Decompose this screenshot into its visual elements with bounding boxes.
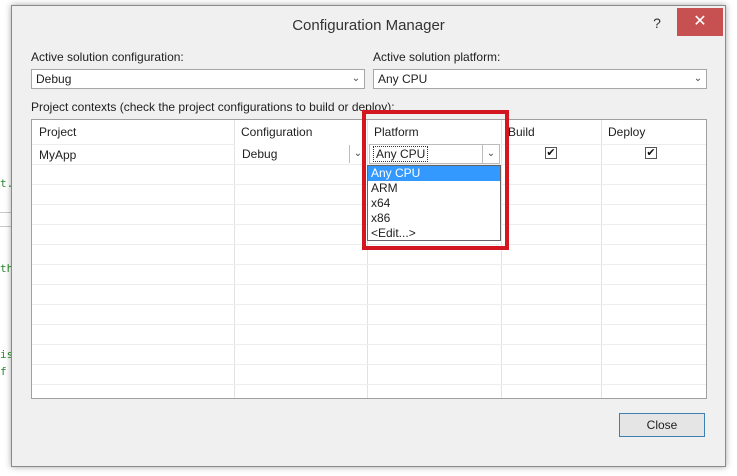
- chevron-down-icon: ⌄: [351, 73, 361, 84]
- deploy-checkbox[interactable]: ✔: [645, 147, 657, 159]
- column-divider: [367, 120, 368, 398]
- dropdown-option-x86[interactable]: x86: [368, 211, 500, 226]
- project-contexts-grid: Project Configuration Platform Build Dep…: [31, 119, 707, 399]
- row-divider: [32, 384, 706, 385]
- chevron-down-icon: ⌄: [482, 145, 499, 163]
- window-close-button[interactable]: ✕: [677, 8, 723, 36]
- dropdown-option-edit[interactable]: <Edit...>: [368, 226, 500, 241]
- header-platform[interactable]: Platform: [367, 120, 501, 144]
- row-divider: [32, 244, 706, 245]
- header-build[interactable]: Build: [501, 120, 601, 144]
- close-button[interactable]: Close: [619, 413, 705, 437]
- header-deploy[interactable]: Deploy: [601, 120, 701, 144]
- row-platform-value: Any CPU: [373, 146, 429, 162]
- dropdown-option-arm[interactable]: ARM: [368, 181, 500, 196]
- build-checkbox[interactable]: ✔: [545, 147, 557, 159]
- row-platform-combo[interactable]: Any CPU ⌄: [369, 144, 500, 164]
- active-platform-label: Active solution platform:: [373, 50, 501, 64]
- platform-dropdown-list: Any CPU ARM x64 x86 <Edit...>: [367, 165, 501, 241]
- column-divider: [501, 120, 502, 398]
- header-configuration[interactable]: Configuration: [234, 120, 367, 144]
- row-divider: [32, 364, 706, 365]
- dropdown-option-x64[interactable]: x64: [368, 196, 500, 211]
- window-title: Configuration Manager: [292, 17, 445, 34]
- row-divider: [32, 264, 706, 265]
- row-divider: [32, 344, 706, 345]
- row-configuration-value: Debug: [242, 147, 278, 161]
- help-button[interactable]: ?: [650, 14, 664, 32]
- project-contexts-label: Project contexts (check the project conf…: [31, 100, 395, 114]
- title-bar: Configuration Manager ? ✕: [12, 6, 725, 42]
- active-config-combo[interactable]: Debug ⌄: [31, 69, 365, 89]
- active-platform-value: Any CPU: [378, 72, 428, 86]
- active-config-value: Debug: [36, 72, 72, 86]
- row-configuration-combo[interactable]: Debug ⌄: [235, 144, 367, 164]
- row-divider: [32, 284, 706, 285]
- row-divider: [32, 324, 706, 325]
- chevron-down-icon: ⌄: [693, 73, 703, 84]
- active-config-label: Active solution configuration:: [31, 50, 184, 64]
- row-divider: [32, 304, 706, 305]
- dropdown-option-any-cpu[interactable]: Any CPU: [368, 166, 500, 181]
- column-divider: [601, 120, 602, 398]
- header-project[interactable]: Project: [32, 120, 234, 144]
- active-platform-combo[interactable]: Any CPU ⌄: [373, 69, 707, 89]
- chevron-down-icon: ⌄: [349, 145, 366, 163]
- cell-project: MyApp: [39, 148, 77, 162]
